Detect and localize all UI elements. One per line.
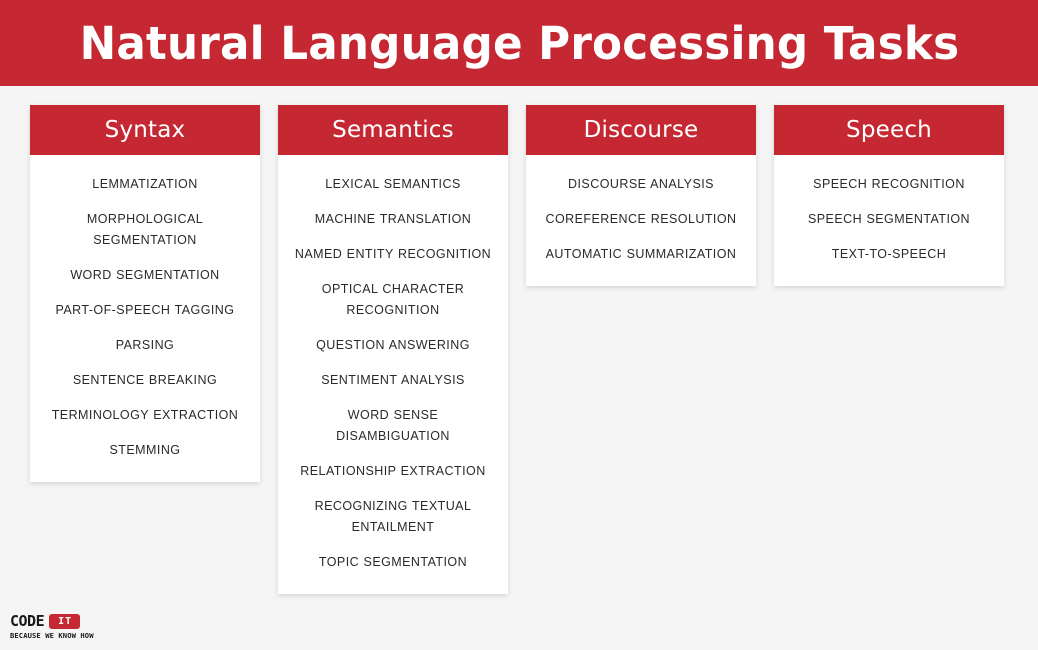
task-item: OPTICAL CHARACTER RECOGNITION xyxy=(321,282,465,317)
task-item: TOPIC SEGMENTATION xyxy=(318,555,468,569)
page-header-banner: Natural Language Processing Tasks xyxy=(0,0,1038,86)
category-title: Speech xyxy=(846,116,932,143)
logo-badge-it: IT xyxy=(49,614,81,629)
category-card: Syntax LEMMATIZATION MORPHOLOGICAL SEGMENT… xyxy=(30,105,260,482)
task-item: RELATIONSHIP EXTRACTION xyxy=(300,464,486,478)
logo-top-row: CODE IT xyxy=(10,613,130,630)
page-title: Natural Language Processing Tasks xyxy=(79,16,959,70)
task-item: SPEECH RECOGNITION xyxy=(813,177,965,191)
task-item: PART-OF-SPEECH TAGGING xyxy=(55,303,235,317)
task-item: DISCOURSE ANALYSIS xyxy=(568,177,714,191)
category-card-header: Speech xyxy=(774,105,1004,155)
task-item: STEMMING xyxy=(109,443,181,457)
category-card: Discourse DISCOURSE ANALYSIS COREFERENCE R… xyxy=(526,105,756,286)
task-item: MACHINE TRANSLATION xyxy=(314,212,472,226)
task-item: LEXICAL SEMANTICS xyxy=(325,177,461,191)
task-item: AUTOMATIC SUMMARIZATION xyxy=(545,247,737,261)
task-item: SENTIMENT ANALYSIS xyxy=(321,373,465,387)
task-item: RECOGNIZING TEXTUAL ENTAILMENT xyxy=(314,499,472,534)
category-title: Discourse xyxy=(583,116,699,143)
task-item: WORD SENSE DISAMBIGUATION xyxy=(336,408,450,443)
category-title: Syntax xyxy=(104,116,186,143)
task-item: TEXT-TO-SPEECH xyxy=(831,247,947,261)
task-item: TERMINOLOGY EXTRACTION xyxy=(51,408,239,422)
category-card: Semantics LEXICAL SEMANTICS MACHINE TRANSL… xyxy=(278,105,508,594)
task-list: LEXICAL SEMANTICS MACHINE TRANSLATION NAME… xyxy=(278,155,508,594)
task-item: PARSING xyxy=(115,338,175,352)
task-item: NAMED ENTITY RECOGNITION xyxy=(294,247,492,261)
task-list: DISCOURSE ANALYSIS COREFERENCE RESOLUTION… xyxy=(526,155,756,286)
category-title: Semantics xyxy=(332,116,454,143)
logo-wordmark-code: CODE xyxy=(10,612,45,630)
task-list: SPEECH RECOGNITION SPEECH SEGMENTATION TEX… xyxy=(774,155,1004,286)
category-card-header: Discourse xyxy=(526,105,756,155)
category-card: Speech SPEECH RECOGNITION SPEECH SEGMENTAT… xyxy=(774,105,1004,286)
category-card-header: Semantics xyxy=(278,105,508,155)
task-item: SENTENCE BREAKING xyxy=(72,373,218,387)
logo-tagline: BECAUSE WE KNOW HOW xyxy=(10,632,94,640)
task-item: WORD SEGMENTATION xyxy=(70,268,220,282)
task-item: LEMMATIZATION xyxy=(92,177,198,191)
task-item: COREFERENCE RESOLUTION xyxy=(545,212,737,226)
task-list: LEMMATIZATION MORPHOLOGICAL SEGMENTATION W… xyxy=(30,155,260,482)
task-item: SPEECH SEGMENTATION xyxy=(807,212,971,226)
category-card-header: Syntax xyxy=(30,105,260,155)
brand-logo: CODE IT BECAUSE WE KNOW HOW xyxy=(10,610,130,641)
category-columns-container: Syntax LEMMATIZATION MORPHOLOGICAL SEGMENT… xyxy=(30,105,1010,594)
task-item: MORPHOLOGICAL SEGMENTATION xyxy=(86,212,204,247)
task-item: QUESTION ANSWERING xyxy=(316,338,470,352)
